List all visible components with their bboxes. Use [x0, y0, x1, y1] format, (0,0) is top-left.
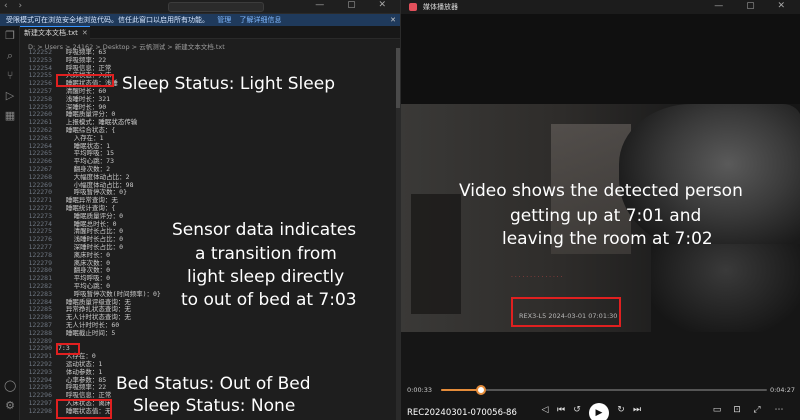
restricted-mode-banner: 受限模式可在浏览安全地浏览代码。信任此窗口以启用所有功能。 管理 了解详细信息 …: [0, 14, 400, 26]
annotation-sleep-none: Sleep Status: None: [133, 396, 296, 416]
tab-close-icon[interactable]: ✕: [82, 29, 88, 37]
annotation-sensor-3: light sleep directly: [187, 267, 345, 287]
highlight-light-sleep: [56, 74, 114, 87]
banner-manage-link[interactable]: 管理: [217, 16, 231, 24]
annotation-sensor-4: to out of bed at 7:03: [181, 290, 357, 310]
annotation-sleep-light: Sleep Status: Light Sleep: [122, 74, 335, 94]
screen: ‹ › — ▢ ✕ 受限模式可在浏览安全地浏览代码。信任此窗口以启用所有功能。 …: [0, 0, 800, 420]
annotation-video-2: getting up at 7:01 and: [510, 206, 702, 226]
command-center-search[interactable]: [168, 2, 264, 12]
tab-text-file[interactable]: 新建文本文档.txt ✕: [20, 26, 90, 39]
play-button[interactable]: ▶: [589, 403, 609, 420]
run-debug-icon[interactable]: ▷: [4, 90, 16, 102]
extensions-icon[interactable]: ▦: [4, 110, 16, 122]
annotation-sensor-1: Sensor data indicates: [172, 220, 357, 240]
cast-icon[interactable]: ⊡: [731, 405, 743, 415]
player-window-controls-icon[interactable]: — ▢ ✕: [714, 1, 795, 11]
gear-icon[interactable]: ⚙: [4, 400, 16, 412]
total-time: 0:04:27: [769, 386, 795, 394]
banner-learn-link[interactable]: 了解详细信息: [239, 16, 281, 24]
annotation-video-1: Video shows the detected person: [459, 181, 743, 201]
skip-previous-icon[interactable]: ⏮: [555, 405, 567, 415]
current-time: 0:00:33: [407, 386, 433, 394]
player-app-title: 媒体播放器: [423, 3, 458, 11]
video-shelf: [411, 194, 461, 314]
highlight-out-of-bed: [56, 399, 112, 419]
seek-knob[interactable]: [476, 385, 487, 395]
forward-icon[interactable]: ↻: [615, 405, 627, 415]
more-options-icon[interactable]: ⋯: [773, 405, 785, 415]
annotation-video-3: leaving the room at 7:02: [502, 229, 713, 249]
tab-label: 新建文本文档.txt: [24, 29, 78, 37]
line-number: 122298: [28, 406, 52, 415]
video-file-name: REC20240301-070056-86: [407, 408, 517, 418]
seek-bar-progress: [441, 389, 482, 391]
subtitles-icon[interactable]: ▭: [711, 405, 723, 415]
video-bed: [651, 244, 800, 332]
editor-titlebar: ‹ › — ▢ ✕: [0, 0, 400, 14]
playback-controls: 0:00:33 0:04:27 REC20240301-070056-86 ◁ …: [401, 332, 800, 420]
seek-bar[interactable]: [441, 389, 767, 391]
code-editor-window: ‹ › — ▢ ✕ 受限模式可在浏览安全地浏览代码。信任此窗口以启用所有功能。 …: [0, 0, 400, 420]
search-icon[interactable]: ⌕: [4, 50, 16, 62]
code-line[interactable]: 睡眠截止时间：5: [58, 329, 115, 338]
source-control-icon[interactable]: ⑂: [4, 70, 16, 82]
annotation-sensor-2: a transition from: [195, 244, 337, 264]
media-player-window: 媒体播放器 — ▢ ✕ · · · · · · · · · · · · · · …: [400, 0, 800, 420]
editor-tab-bar: 新建文本文档.txt ✕: [20, 26, 400, 39]
explorer-icon[interactable]: ❐: [4, 30, 16, 42]
detection-overlay-text: · · · · · · · · · · · · · ·: [511, 274, 563, 281]
player-titlebar: 媒体播放器 — ▢ ✕: [401, 0, 800, 14]
window-controls-icon[interactable]: — ▢ ✕: [315, 0, 396, 10]
fullscreen-icon[interactable]: ⤢: [751, 405, 763, 415]
annotation-bed-out: Bed Status: Out of Bed: [116, 374, 311, 394]
volume-icon[interactable]: ◁: [539, 405, 551, 415]
banner-close-icon[interactable]: ✕: [390, 14, 396, 26]
highlight-video-timestamp: [511, 297, 621, 327]
rewind-icon[interactable]: ↺: [571, 405, 583, 415]
skip-next-icon[interactable]: ⏭: [631, 405, 643, 415]
highlight-time: [56, 343, 80, 355]
banner-text: 受限模式可在浏览安全地浏览代码。信任此窗口以启用所有功能。: [6, 16, 209, 24]
media-player-app-icon: [409, 3, 417, 11]
activity-bar: ❐ ⌕ ⑂ ▷ ▦ ◯ ⚙: [0, 26, 20, 420]
account-icon[interactable]: ◯: [4, 380, 16, 392]
nav-arrows-icon[interactable]: ‹ ›: [4, 1, 26, 11]
